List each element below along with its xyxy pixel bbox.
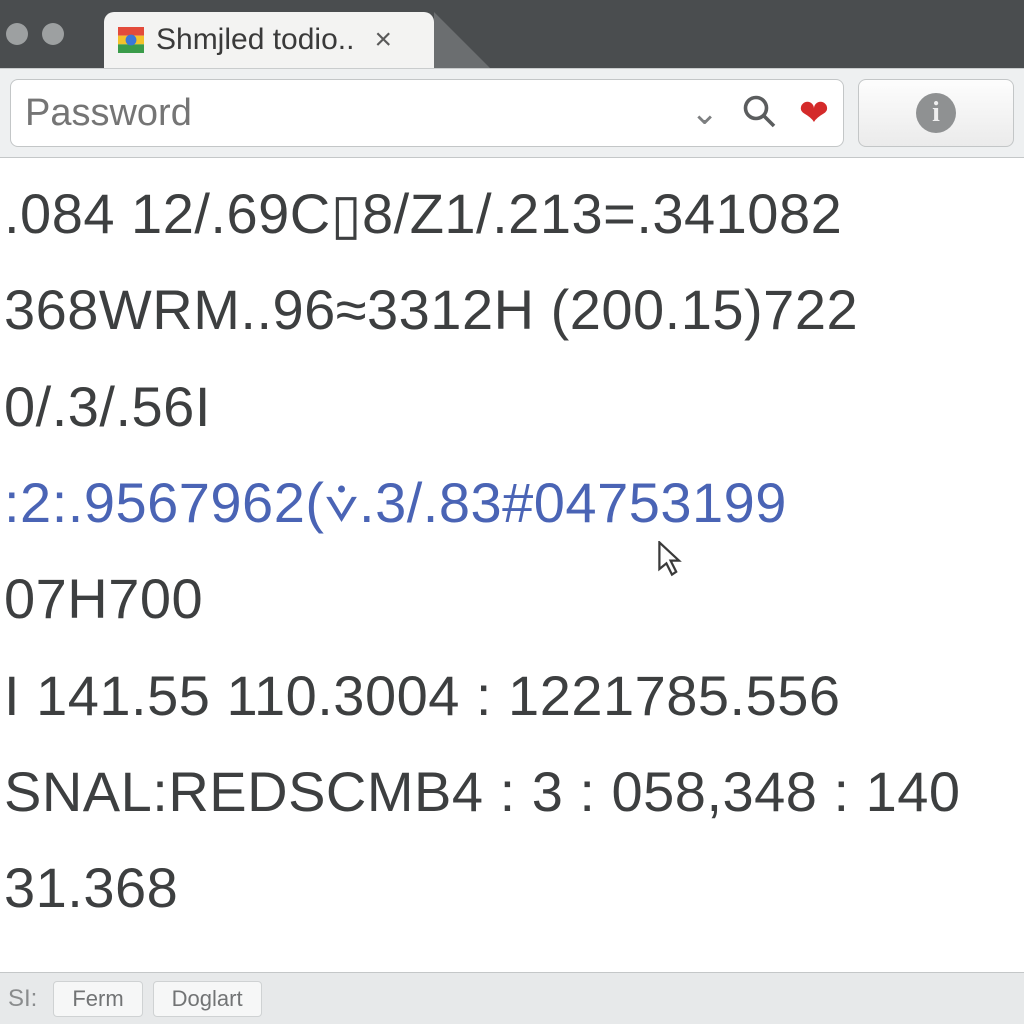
addressbar[interactable]: ⌄ ❤ — [10, 79, 844, 147]
text-line-link[interactable]: :2:.9567962(⩒.3/.83#04753199 — [0, 455, 1024, 551]
status-label: SI: — [8, 985, 37, 1013]
tab-title: Shmjled todio.. — [156, 23, 354, 57]
window-minimize-dot[interactable] — [42, 23, 64, 45]
text-line: 31.368 — [0, 840, 1024, 936]
text-line: I 141.55 110.3004 : 1221785.556 — [0, 648, 1024, 744]
titlebar: Shmjled todio.. × — [0, 0, 1024, 68]
chevron-down-icon[interactable]: ⌄ — [690, 93, 719, 133]
cursor-icon — [658, 541, 686, 575]
window-close-dot[interactable] — [6, 23, 28, 45]
close-icon[interactable]: × — [374, 25, 392, 55]
address-input[interactable] — [25, 92, 668, 135]
browser-tab[interactable]: Shmjled todio.. × — [104, 12, 434, 68]
text-line: 07H700 — [0, 551, 1024, 647]
info-button[interactable]: i — [858, 79, 1014, 147]
text-line: SNAL:REDSCMB4 : 3 : 058,348 : 140 — [0, 744, 1024, 840]
text-line: 368WRM..96≈3312H (200.15)722 — [0, 262, 1024, 358]
text-line: .084 12/.69C▯8/Z1/.213=.341082 — [0, 166, 1024, 262]
window-controls — [6, 23, 64, 45]
search-icon[interactable] — [741, 93, 777, 134]
statusbar: SI: Ferm Doglart — [0, 972, 1024, 1024]
new-tab-stub[interactable] — [434, 12, 490, 68]
page-content: .084 12/.69C▯8/Z1/.213=.341082 368WRM..9… — [0, 158, 1024, 972]
info-icon: i — [916, 93, 956, 133]
heart-icon[interactable]: ❤ — [799, 95, 829, 131]
toolbar: ⌄ ❤ i — [0, 68, 1024, 158]
text-line: 0/.3/.56I — [0, 359, 1024, 455]
status-button-2[interactable]: Doglart — [153, 981, 262, 1017]
status-button-1[interactable]: Ferm — [53, 981, 142, 1017]
tab-favicon-icon — [118, 27, 144, 53]
